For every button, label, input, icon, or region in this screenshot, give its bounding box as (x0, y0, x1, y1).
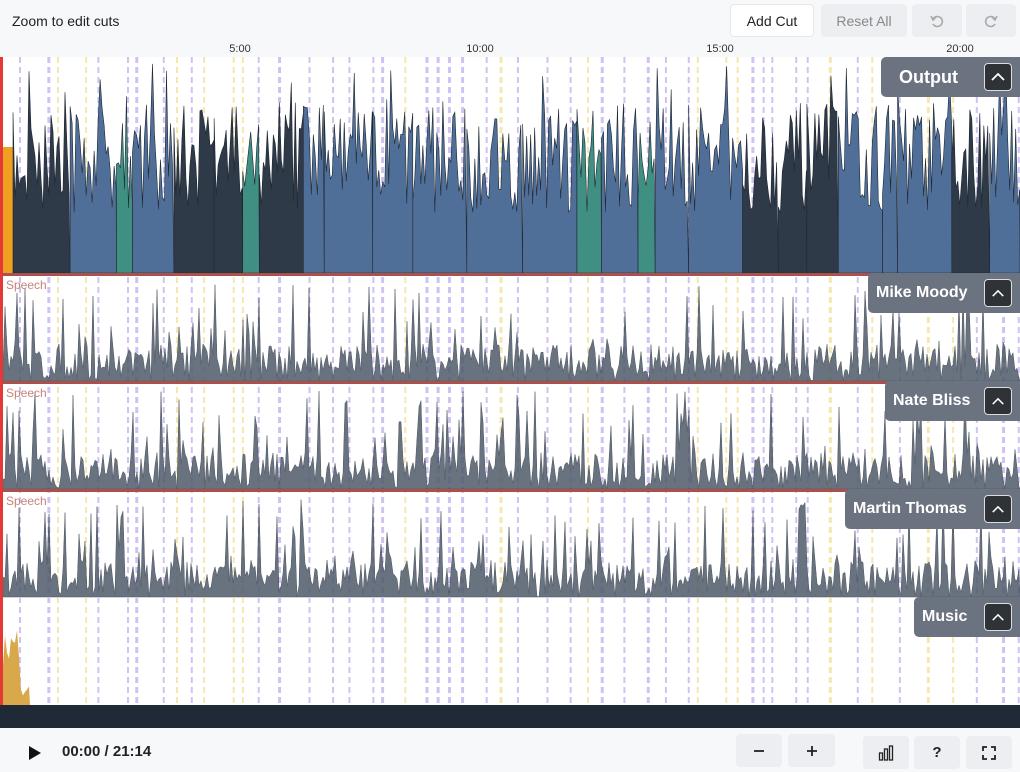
speech-waveform (2, 391, 1020, 490)
track-name: Output (899, 66, 958, 87)
output-segment (951, 109, 991, 274)
chevron-up-icon (991, 72, 1005, 81)
track-label-mike-moody: Mike Moody (868, 273, 1020, 313)
chevron-up-icon (992, 613, 1004, 621)
help-button[interactable]: ? (914, 736, 960, 769)
timeline-tick: 15:00 (706, 43, 734, 55)
track-name: Martin Thomas (853, 500, 967, 517)
undo-icon (930, 15, 944, 27)
output-segment (637, 121, 656, 274)
output-segment (372, 70, 414, 274)
output-segment (838, 68, 883, 274)
redo-button[interactable] (966, 4, 1016, 37)
output-segment (882, 104, 898, 274)
fullscreen-icon (982, 745, 996, 760)
output-segment (466, 118, 523, 274)
timeline-scrollbar[interactable] (0, 705, 1020, 728)
output-segment (3, 147, 13, 273)
playhead[interactable] (0, 57, 3, 705)
output-segment (522, 76, 578, 274)
output-segment (303, 105, 325, 274)
stats-button[interactable] (863, 736, 909, 769)
output-segment (897, 79, 953, 274)
time-display: 00:00 / 21:14 (62, 743, 152, 760)
track-divider (0, 273, 1020, 276)
output-segment (12, 71, 71, 274)
output-segment (116, 96, 133, 274)
tracks-area[interactable]: Speech Speech Speech Output Mike Moody N… (0, 57, 1020, 705)
output-segment (601, 103, 639, 274)
collapse-toggle[interactable] (984, 603, 1012, 631)
timeline-ruler[interactable]: 5:00 10:00 15:00 20:00 (0, 42, 1020, 58)
redo-icon (984, 15, 998, 27)
collapse-toggle[interactable] (984, 495, 1012, 523)
add-cut-button[interactable]: Add Cut (730, 4, 814, 37)
track-name: Nate Bliss (893, 392, 971, 409)
collapse-toggle[interactable] (984, 387, 1012, 415)
music-waveform (3, 630, 30, 705)
bar-chart-icon (878, 744, 894, 761)
track-divider (0, 381, 1020, 384)
speech-tag: Speech (6, 278, 47, 292)
collapse-toggle[interactable] (984, 63, 1012, 91)
zoom-in-button[interactable] (788, 734, 835, 767)
output-segment (242, 124, 260, 274)
track-label-nate-bliss: Nate Bliss (885, 381, 1020, 421)
play-button[interactable] (22, 740, 48, 766)
waveform-canvas[interactable] (0, 57, 1020, 705)
track-label-martin-thomas: Martin Thomas (845, 489, 1020, 529)
track-name: Mike Moody (876, 284, 968, 301)
output-segment (576, 109, 602, 274)
timeline-tick: 10:00 (466, 43, 494, 55)
output-segment (688, 66, 743, 274)
output-segment (132, 63, 175, 274)
timeline-tick: 5:00 (229, 43, 251, 55)
collapse-toggle[interactable] (984, 279, 1012, 307)
track-name: Music (922, 608, 968, 625)
track-label-output: Output (881, 57, 1020, 97)
output-segment (69, 79, 117, 274)
fullscreen-button[interactable] (966, 736, 1012, 769)
output-segment (654, 68, 689, 274)
speech-tag: Speech (6, 494, 47, 508)
nate-bliss-waveform (2, 391, 1020, 490)
chevron-up-icon (992, 505, 1004, 513)
reset-all-button[interactable]: Reset All (821, 4, 907, 37)
toolbar: Zoom to edit cuts Add Cut Reset All (0, 0, 1020, 42)
zoom-hint: Zoom to edit cuts (12, 13, 120, 29)
output-waveform (3, 63, 1020, 274)
output-segment (742, 117, 779, 274)
play-icon (29, 746, 41, 760)
player-bar: 00:00 / 21:14 ? (0, 728, 1020, 772)
undo-button[interactable] (912, 4, 962, 37)
track-divider (0, 597, 1020, 598)
output-segment (213, 106, 244, 274)
output-segment (259, 82, 304, 274)
plus-icon (806, 745, 817, 756)
music-burst (3, 630, 30, 705)
timeline-tick: 20:00 (946, 43, 974, 55)
output-segment (806, 75, 839, 274)
chevron-up-icon (992, 289, 1004, 297)
chevron-up-icon (992, 397, 1004, 405)
output-segment (412, 101, 468, 274)
speech-tag: Speech (6, 386, 47, 400)
track-label-music: Music (914, 597, 1020, 637)
output-segment (778, 103, 808, 274)
output-segment (173, 105, 215, 274)
zoom-out-button[interactable] (736, 734, 782, 767)
minus-icon (754, 749, 764, 752)
